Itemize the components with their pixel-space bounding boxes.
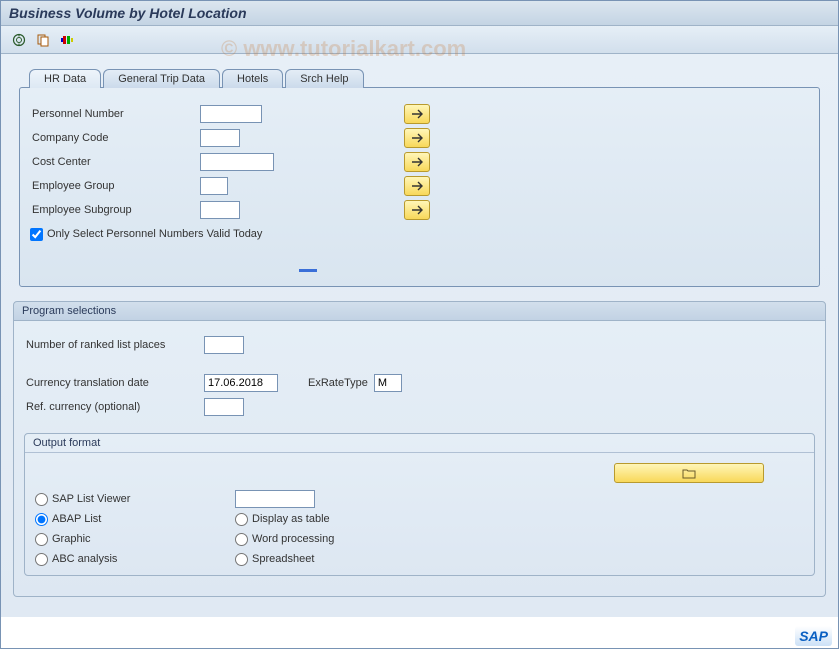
company-code-label: Company Code [30, 132, 200, 144]
employee-subgroup-input[interactable] [200, 201, 240, 219]
word-processing-label: Word processing [252, 533, 334, 545]
valid-today-label: Only Select Personnel Numbers Valid Toda… [47, 228, 262, 240]
ref-currency-input[interactable] [204, 398, 244, 416]
cost-center-label: Cost Center [30, 156, 200, 168]
selection-icon[interactable] [57, 30, 77, 50]
cost-center-multi-button[interactable] [404, 152, 430, 172]
program-selections-body: Number of ranked list places Currency tr… [13, 321, 826, 597]
display-as-table-radio[interactable] [235, 513, 248, 526]
sap-list-viewer-input[interactable] [235, 490, 315, 508]
personnel-number-multi-button[interactable] [404, 104, 430, 124]
currency-date-input[interactable] [204, 374, 278, 392]
display-as-table-label: Display as table [252, 513, 330, 525]
abap-list-label: ABAP List [52, 513, 101, 525]
cursor-mark [299, 269, 317, 272]
currency-date-label: Currency translation date [24, 377, 204, 389]
content-area: HR Data General Trip Data Hotels Srch He… [1, 54, 838, 617]
company-code-multi-button[interactable] [404, 128, 430, 148]
ref-currency-label: Ref. currency (optional) [24, 401, 204, 413]
tab-hotels[interactable]: Hotels [222, 69, 283, 88]
execute-icon[interactable] [9, 30, 29, 50]
employee-group-label: Employee Group [30, 180, 200, 192]
output-folder-button[interactable] [614, 463, 764, 483]
employee-group-multi-button[interactable] [404, 176, 430, 196]
output-format-group: Output format SAP List Viewer ABAP List … [24, 433, 815, 576]
personnel-number-label: Personnel Number [30, 108, 200, 120]
word-processing-radio[interactable] [235, 533, 248, 546]
tab-body-hr-data: Personnel Number Company Code Cost Cente… [19, 87, 820, 287]
ranked-list-input[interactable] [204, 336, 244, 354]
exrate-type-input[interactable] [374, 374, 402, 392]
tab-general-trip-data[interactable]: General Trip Data [103, 69, 220, 88]
spreadsheet-radio[interactable] [235, 553, 248, 566]
tab-hr-data[interactable]: HR Data [29, 69, 101, 88]
employee-subgroup-label: Employee Subgroup [30, 204, 200, 216]
abc-analysis-radio[interactable] [35, 553, 48, 566]
spreadsheet-label: Spreadsheet [252, 553, 314, 565]
sap-list-viewer-label: SAP List Viewer [52, 493, 130, 505]
program-selections-title: Program selections [13, 301, 826, 321]
output-format-title: Output format [25, 434, 814, 453]
sap-logo: SAP [795, 628, 832, 644]
graphic-label: Graphic [52, 533, 91, 545]
folder-icon [682, 468, 696, 479]
valid-today-checkbox[interactable] [30, 228, 43, 241]
company-code-input[interactable] [200, 129, 240, 147]
personnel-number-input[interactable] [200, 105, 262, 123]
page-title: Business Volume by Hotel Location [1, 1, 838, 26]
tab-srch-help[interactable]: Srch Help [285, 69, 363, 88]
abap-list-radio[interactable] [35, 513, 48, 526]
abc-analysis-label: ABC analysis [52, 553, 117, 565]
exrate-type-label: ExRateType [308, 377, 368, 389]
graphic-radio[interactable] [35, 533, 48, 546]
employee-group-input[interactable] [200, 177, 228, 195]
tab-strip: HR Data General Trip Data Hotels Srch He… [11, 62, 828, 87]
toolbar [1, 26, 838, 54]
sap-list-viewer-radio[interactable] [35, 493, 48, 506]
ranked-list-label: Number of ranked list places [24, 339, 204, 351]
employee-subgroup-multi-button[interactable] [404, 200, 430, 220]
variant-icon[interactable] [33, 30, 53, 50]
cost-center-input[interactable] [200, 153, 274, 171]
